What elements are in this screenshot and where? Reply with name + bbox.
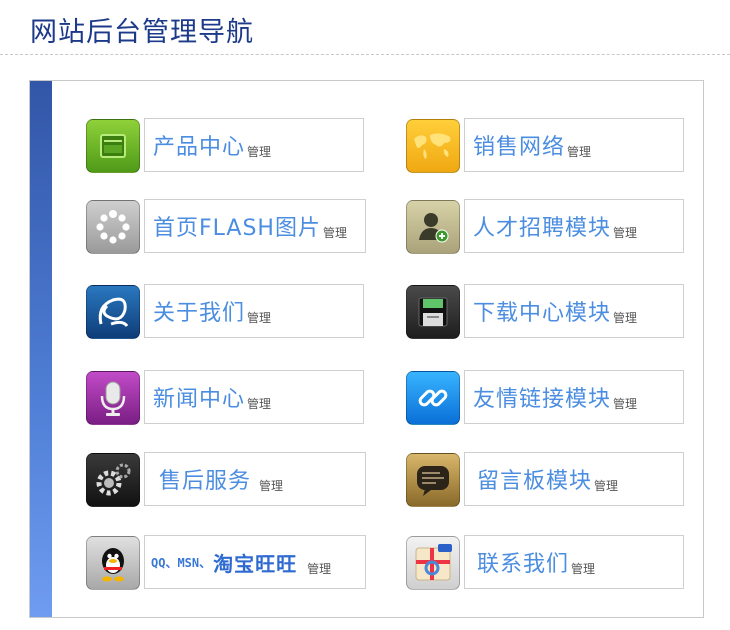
nav-item-label: 关于我们 <box>153 301 246 326</box>
nav-item-label: 留言板模块 <box>477 469 593 494</box>
gears-icon[interactable] <box>86 453 140 507</box>
manage-suffix: 管理 <box>247 144 272 159</box>
title-divider <box>0 54 730 55</box>
nav-item-flash-images-box[interactable]: 首页FLASH图片 管理 <box>144 199 366 253</box>
manage-suffix: 管理 <box>613 396 638 411</box>
manage-suffix: 管理 <box>613 225 638 240</box>
nav-item-im-contact-box[interactable]: QQ、MSN、 淘宝旺旺 管理 <box>144 535 366 589</box>
nav-item-message-board-box[interactable]: 留言板模块 管理 <box>464 452 684 506</box>
nav-item-label: 联系我们 <box>477 552 570 577</box>
chain-link-icon[interactable] <box>406 371 460 425</box>
manage-suffix: 管理 <box>567 144 592 159</box>
ribbon-logo-icon[interactable] <box>86 285 140 339</box>
manage-suffix: 管理 <box>613 310 638 325</box>
chat-bubble-icon[interactable] <box>406 453 460 507</box>
nav-item-friend-links-box[interactable]: 友情链接模块 管理 <box>464 370 684 424</box>
nav-item-label-small: QQ、MSN、 <box>151 555 212 570</box>
nav-item-news-center-box[interactable]: 新闻中心 管理 <box>144 370 364 424</box>
nav-item-label: 下载中心模块 <box>473 301 612 326</box>
manage-suffix: 管理 <box>571 561 596 576</box>
nav-item-label: 人才招聘模块 <box>473 216 612 241</box>
nav-item-sales-network-box[interactable]: 销售网络 管理 <box>464 118 684 172</box>
nav-item-after-sales-box[interactable]: 售后服务 管理 <box>144 452 366 506</box>
nav-item-about-us-box[interactable]: 关于我们 管理 <box>144 284 364 338</box>
contact-map-icon[interactable] <box>406 536 460 590</box>
page-title: 网站后台管理导航 <box>30 17 254 48</box>
nav-item-recruitment-box[interactable]: 人才招聘模块 管理 <box>464 199 684 253</box>
nav-item-label: 新闻中心 <box>153 387 246 412</box>
panel-accent-bar <box>30 81 52 617</box>
manage-suffix: 管理 <box>594 478 619 493</box>
nav-item-product-center-box[interactable]: 产品中心 管理 <box>144 118 364 172</box>
nav-item-label: 首页FLASH图片 <box>153 216 321 241</box>
loading-dots-icon[interactable] <box>86 200 140 254</box>
nav-item-label: 销售网络 <box>473 135 566 160</box>
manage-suffix: 管理 <box>247 310 272 325</box>
microphone-icon[interactable] <box>86 371 140 425</box>
manage-suffix: 管理 <box>307 561 332 576</box>
product-box-icon[interactable] <box>86 119 140 173</box>
nav-item-contact-us-box[interactable]: 联系我们 管理 <box>464 535 684 589</box>
nav-item-label: 产品中心 <box>153 135 246 160</box>
nav-item-label: 售后服务 <box>159 469 252 494</box>
world-map-icon[interactable] <box>406 119 460 173</box>
nav-item-download-center-box[interactable]: 下载中心模块 管理 <box>464 284 684 338</box>
manage-suffix: 管理 <box>322 225 347 240</box>
manage-suffix: 管理 <box>247 396 272 411</box>
nav-item-label: 友情链接模块 <box>473 387 612 412</box>
add-user-icon[interactable] <box>406 200 460 254</box>
nav-item-label-big: 淘宝旺旺 <box>213 551 298 576</box>
manage-suffix: 管理 <box>259 478 284 493</box>
qq-penguin-icon[interactable] <box>86 536 140 590</box>
floppy-disk-icon[interactable] <box>406 285 460 339</box>
